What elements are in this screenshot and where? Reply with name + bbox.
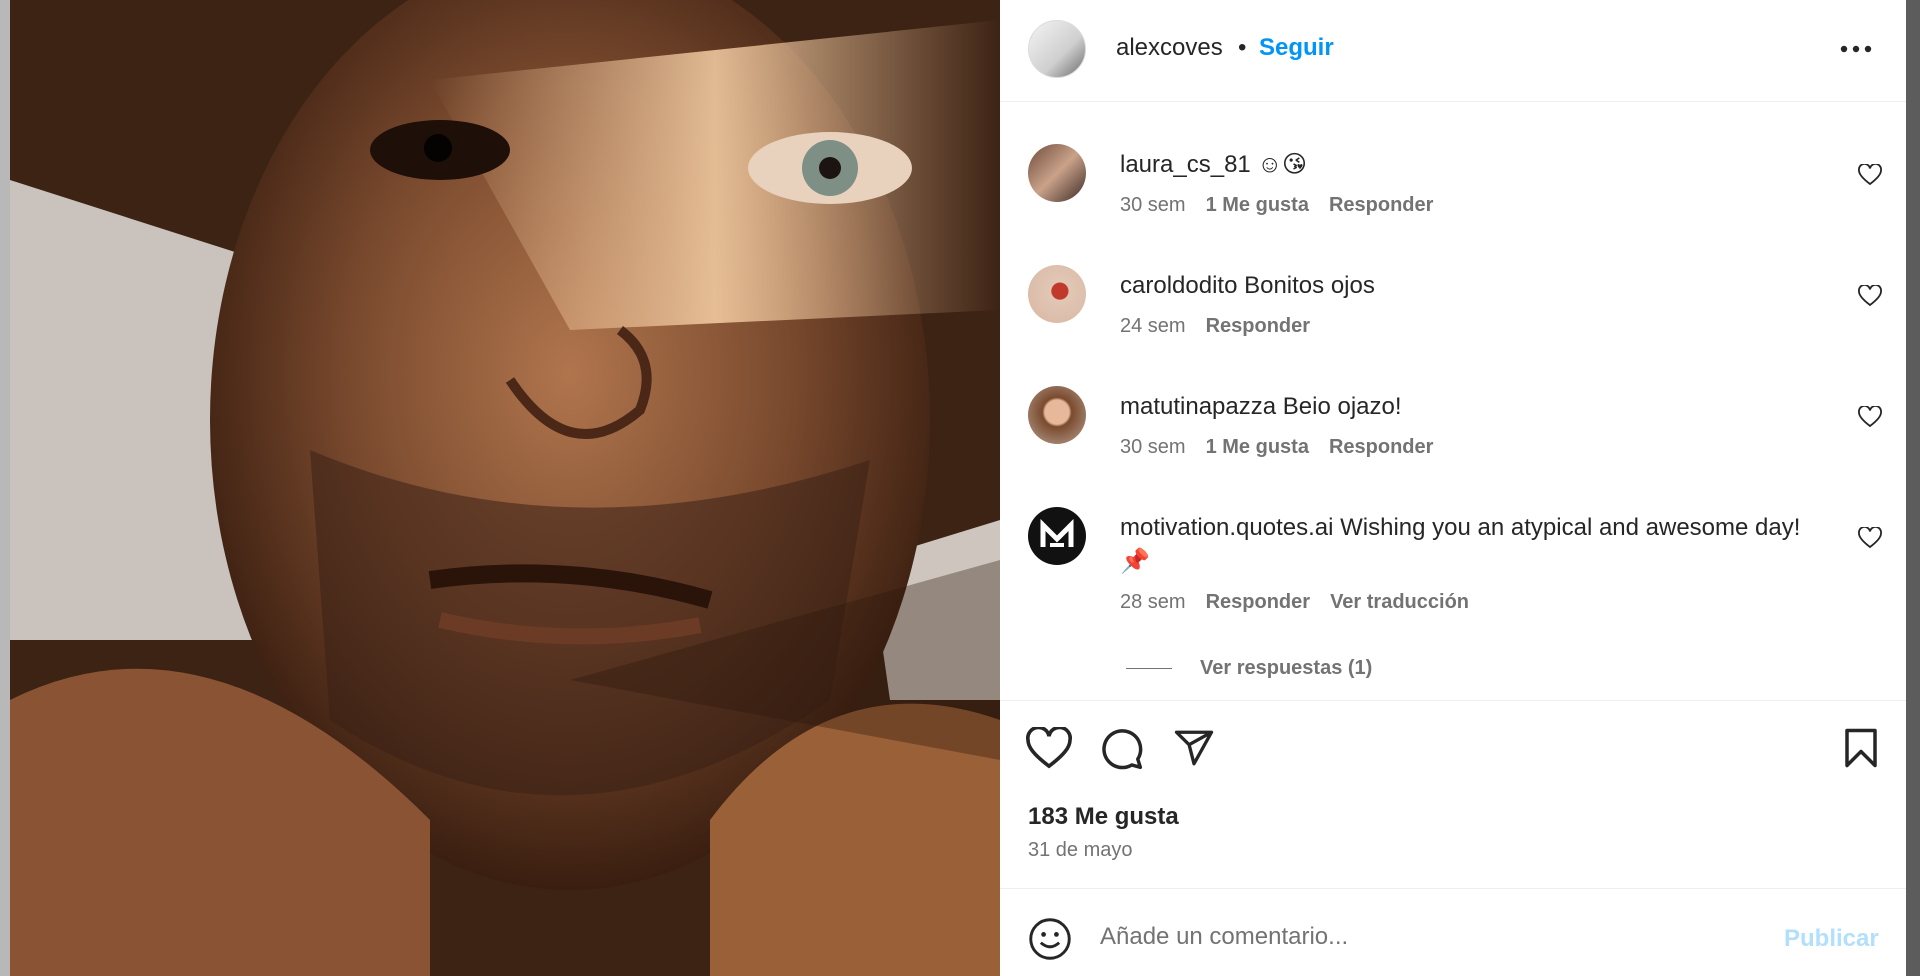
send-icon[interactable] (1172, 727, 1216, 769)
portrait-image (10, 0, 1000, 976)
author-avatar[interactable] (1028, 20, 1086, 78)
comment-time: 24 sem (1120, 315, 1186, 337)
comment-meta: 30 sem 1 Me gusta Responder (1120, 194, 1453, 217)
comment-body: matutinapazza Beio ojazo! (1120, 390, 1810, 424)
view-replies-label: Ver respuestas (1) (1200, 657, 1373, 679)
replies-divider (1126, 668, 1172, 670)
see-translation-button[interactable]: Ver traducción (1330, 591, 1469, 613)
more-options-icon[interactable] (1836, 34, 1876, 64)
likes-count[interactable]: 183 Me gusta (1028, 803, 1179, 831)
comment-likes[interactable]: 1 Me gusta (1206, 436, 1309, 458)
post-photo[interactable] (10, 0, 1000, 976)
commenter-avatar[interactable] (1028, 507, 1086, 565)
comment-text: ☺😘 (1257, 151, 1307, 178)
comment-composer: Publicar (1000, 888, 1906, 976)
comment-time: 30 sem (1120, 194, 1186, 216)
bookmark-icon[interactable] (1842, 727, 1880, 769)
heart-icon[interactable] (1026, 727, 1072, 769)
comment-meta: 24 sem Responder (1120, 315, 1330, 338)
browser-frame: alexcoves • Seguir laura_cs_81 ☺😘 30 sem… (0, 0, 1920, 976)
publish-button[interactable]: Publicar (1784, 925, 1879, 953)
commenter-username[interactable]: laura_cs_81 (1120, 151, 1251, 178)
motivation-logo-icon (1040, 518, 1074, 547)
comment-body: caroldodito Bonitos ojos (1120, 269, 1810, 303)
comment-like-heart-icon[interactable] (1858, 164, 1882, 186)
background-page-edge (1906, 0, 1920, 976)
commenter-username[interactable]: motivation.quotes.ai (1120, 514, 1333, 541)
post-date: 31 de mayo (1028, 839, 1133, 861)
post-header: alexcoves • Seguir (1000, 0, 1906, 102)
comment-time: 28 sem (1120, 591, 1186, 613)
comment-icon[interactable] (1100, 727, 1144, 771)
comment-text: Beio ojazo! (1282, 393, 1402, 420)
comment-body: laura_cs_81 ☺😘 (1120, 148, 1810, 182)
emoji-icon[interactable] (1028, 917, 1072, 961)
commenter-avatar[interactable] (1028, 144, 1086, 202)
view-replies-button[interactable]: Ver respuestas (1) (1126, 657, 1372, 680)
reply-button[interactable]: Responder (1329, 194, 1433, 216)
follow-button[interactable]: Seguir (1259, 34, 1334, 62)
commenter-avatar[interactable] (1028, 386, 1086, 444)
comments-list[interactable]: laura_cs_81 ☺😘 30 sem 1 Me gusta Responder… (1000, 102, 1906, 700)
comment-like-heart-icon[interactable] (1858, 285, 1882, 307)
comment-meta: 28 sem Responder Ver traducción (1120, 591, 1489, 614)
comment-likes[interactable]: 1 Me gusta (1206, 194, 1309, 216)
header-separator: • (1238, 34, 1247, 61)
comment-text: Bonitos ojos (1244, 272, 1375, 299)
comment-body: motivation.quotes.ai Wishing you an atyp… (1120, 511, 1810, 579)
commenter-username[interactable]: matutinapazza (1120, 393, 1276, 420)
reply-button[interactable]: Responder (1329, 436, 1433, 458)
post-detail-panel: alexcoves • Seguir laura_cs_81 ☺😘 30 sem… (1000, 0, 1906, 976)
comment-meta: 30 sem 1 Me gusta Responder (1120, 436, 1453, 459)
comment-input[interactable] (1100, 915, 1740, 959)
author-username[interactable]: alexcoves (1116, 34, 1223, 62)
post-actions: 183 Me gusta 31 de mayo (1000, 700, 1906, 888)
commenter-avatar[interactable] (1028, 265, 1086, 323)
comment-like-heart-icon[interactable] (1858, 406, 1882, 428)
background-page-edge (0, 0, 10, 976)
commenter-username[interactable]: caroldodito (1120, 272, 1237, 299)
comment-like-heart-icon[interactable] (1858, 527, 1882, 549)
comment-time: 30 sem (1120, 436, 1186, 458)
reply-button[interactable]: Responder (1206, 315, 1310, 337)
reply-button[interactable]: Responder (1206, 591, 1310, 613)
